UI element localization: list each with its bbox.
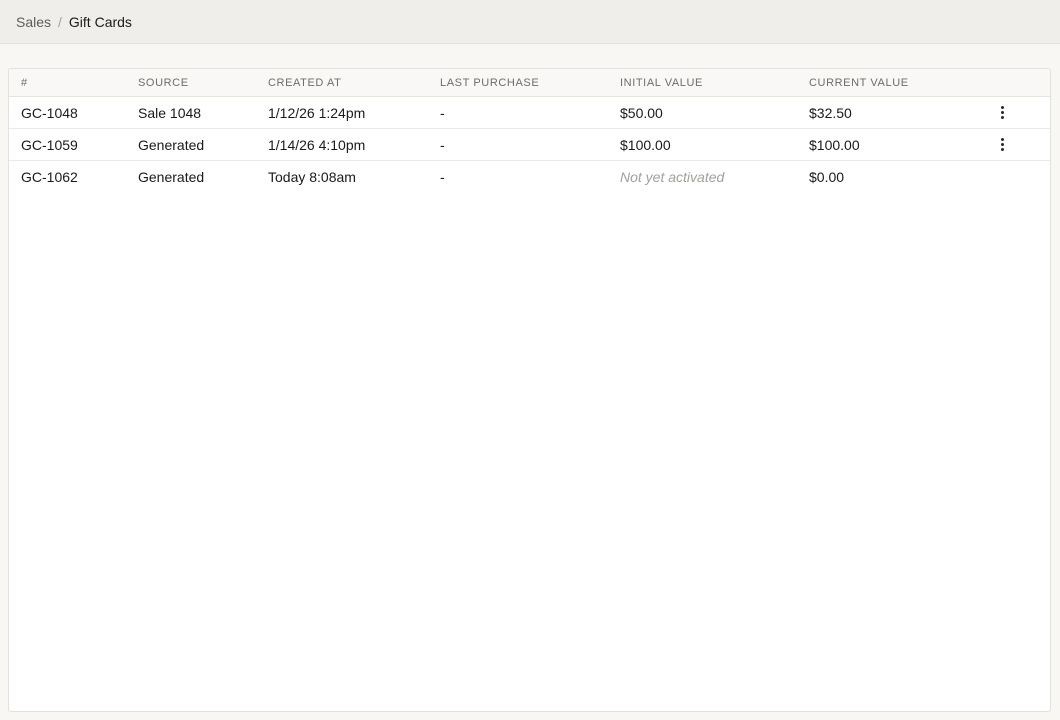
table-header: # Source Created At Last Purchase Initia… [9,69,1050,97]
gift-card-initial-value: $50.00 [620,104,663,121]
breadcrumb-current-page: Gift Cards [68,13,132,30]
breadcrumb-separator: / [58,13,62,30]
gift-card-last-purchase: - [440,169,445,185]
table-row[interactable]: GC-1062 Generated Today 8:08am - Not yet… [9,161,1050,193]
gift-card-created-at: Today 8:08am [268,169,356,185]
gift-card-current-value: $100.00 [809,136,860,153]
gift-card-current-value: $0.00 [809,169,845,185]
column-header-current-value: Current Value [809,76,909,89]
breadcrumb: Sales / Gift Cards [16,14,132,30]
gift-card-source: Sale 1048 [138,104,202,121]
column-header-last-purchase: Last Purchase [440,76,540,89]
column-header-created-at: Created At [268,76,342,89]
gift-card-created-at: 1/14/26 4:10pm [268,136,366,153]
gift-card-last-purchase: - [440,104,445,121]
top-bar: Sales / Gift Cards [0,0,1060,44]
gift-card-initial-value: Not yet activated [620,169,725,185]
gift-card-created-at: 1/12/26 1:24pm [268,104,366,121]
gift-card-current-value: $32.50 [809,104,852,121]
gift-card-last-purchase: - [440,136,445,153]
column-header-initial-value: Initial Value [620,76,703,89]
table-row[interactable]: GC-1048 Sale 1048 1/12/26 1:24pm - $50.0… [9,97,1050,129]
gift-card-id: GC-1048 [21,104,78,121]
gift-card-initial-value: $100.00 [620,136,671,153]
gift-cards-table: # Source Created At Last Purchase Initia… [8,68,1051,712]
more-vertical-icon[interactable] [992,135,1012,155]
breadcrumb-sales-link[interactable]: Sales [16,14,51,30]
gift-card-id: GC-1062 [21,169,78,185]
column-header-number: # [21,76,28,89]
gift-card-source: Generated [138,136,205,153]
table-row[interactable]: GC-1059 Generated 1/14/26 4:10pm - $100.… [9,129,1050,161]
more-vertical-icon[interactable] [992,103,1012,123]
column-header-source: Source [138,76,189,89]
gift-card-source: Generated [138,169,205,185]
gift-card-id: GC-1059 [21,136,78,153]
